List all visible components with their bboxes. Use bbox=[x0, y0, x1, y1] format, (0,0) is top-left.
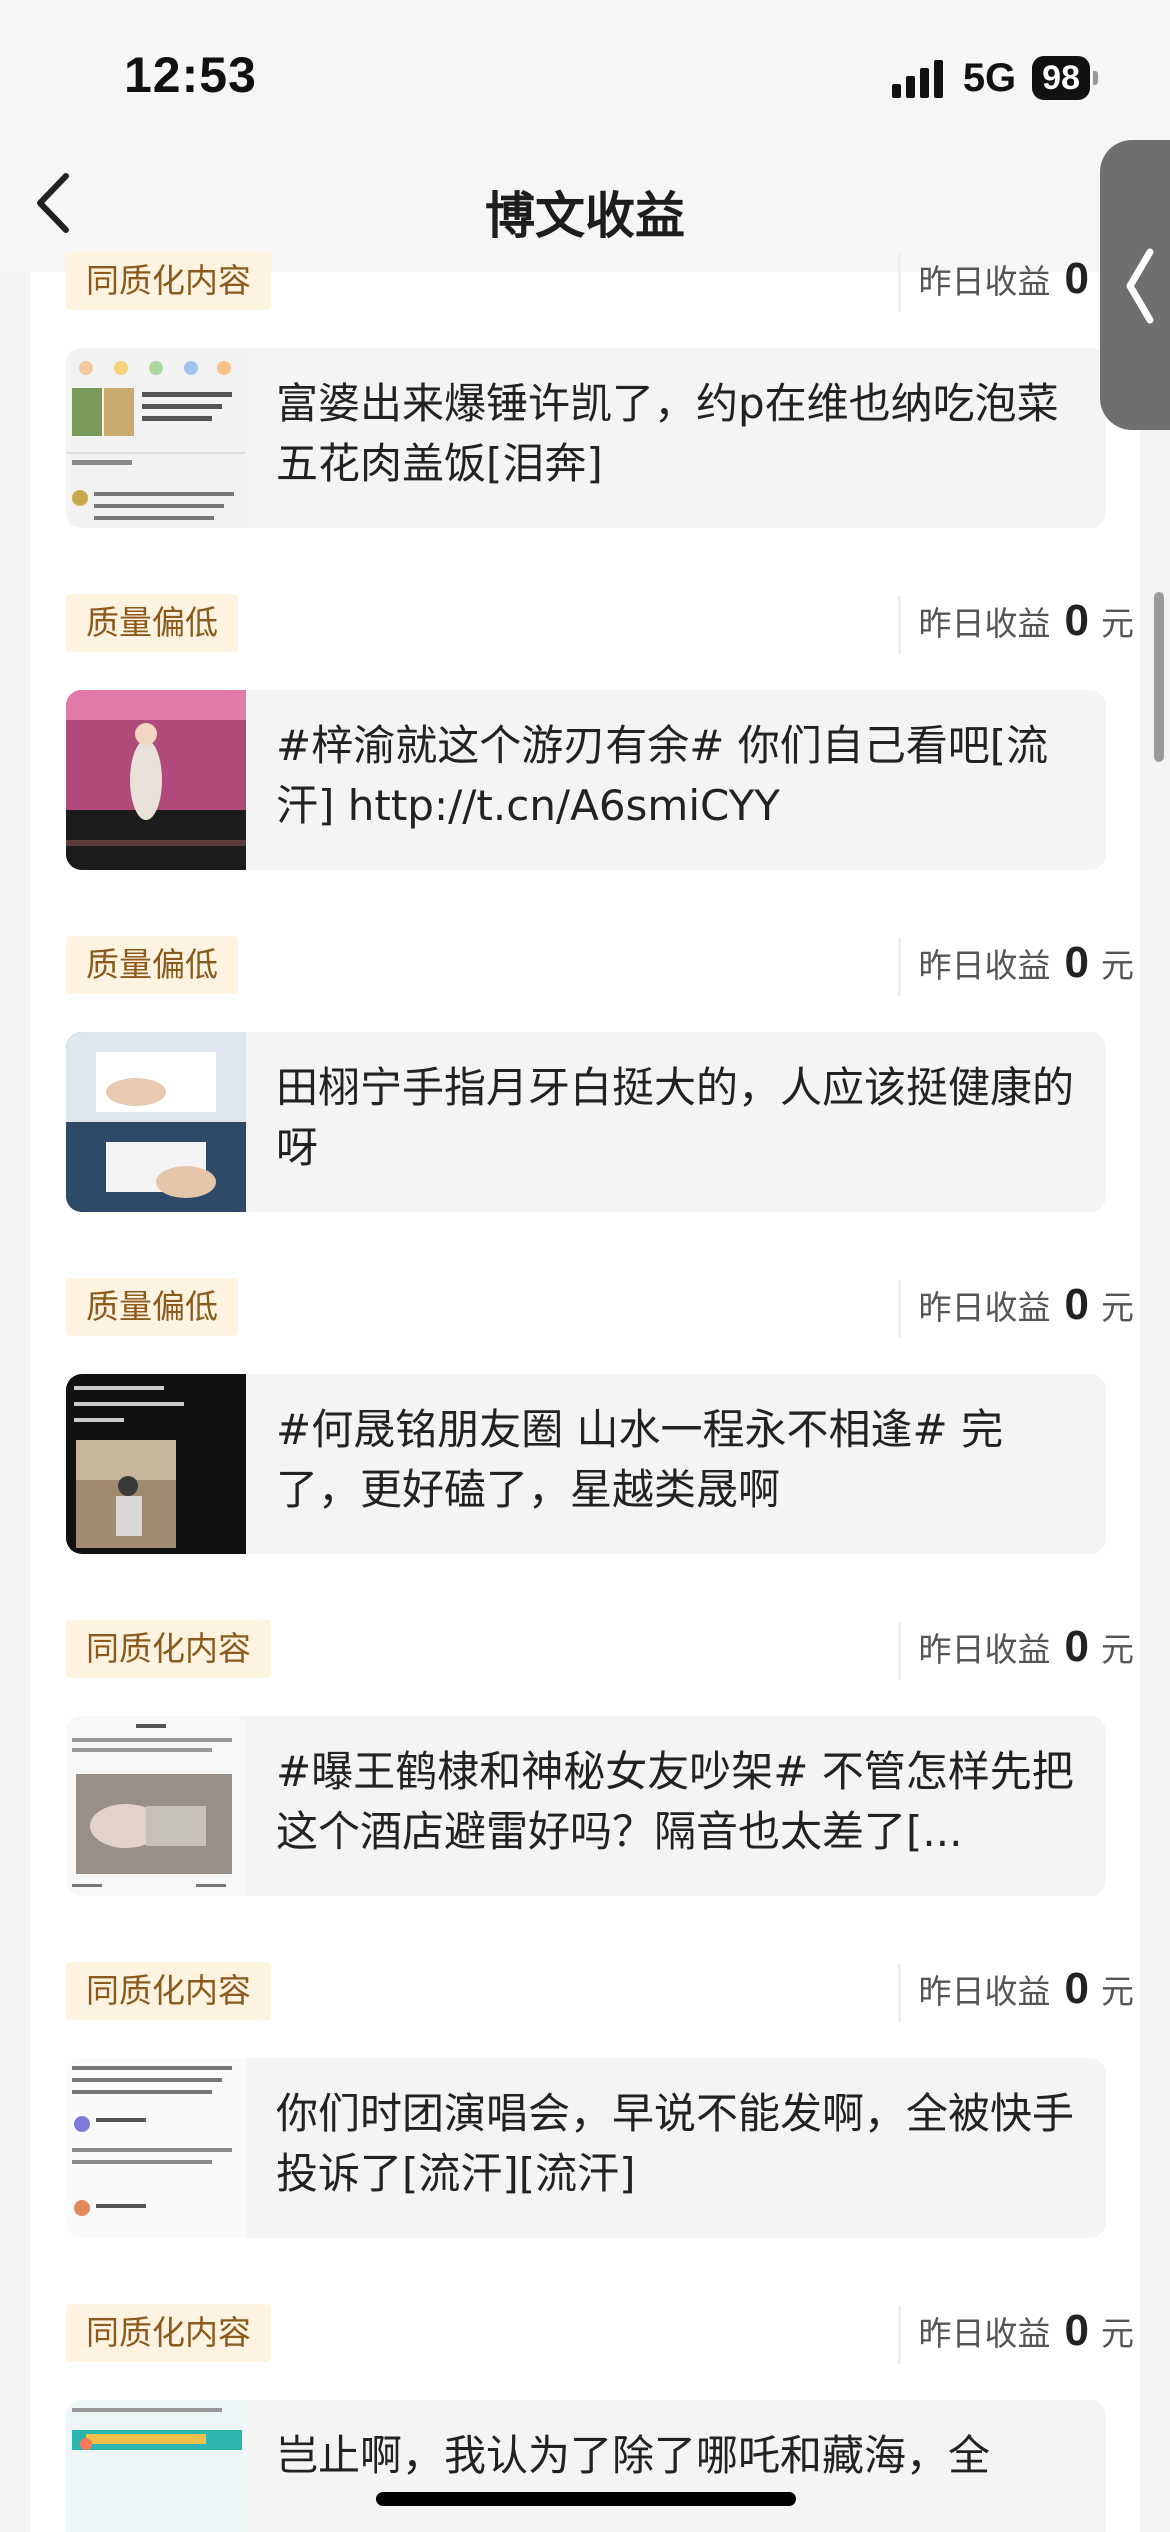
post-card[interactable]: #何晟铭朋友圈 山水一程永不相逢# 完了，更好磕了，星越类晟啊 bbox=[66, 1374, 1106, 1554]
earnings-unit: 元 bbox=[1101, 2314, 1134, 2353]
earnings-value: 0 bbox=[1064, 1280, 1089, 1329]
post-thumbnail bbox=[66, 690, 246, 870]
list-item: 同质化内容 昨日收益 0 元 你们时团演唱会，早说不能发啊，全被快手投诉了[流汗… bbox=[30, 1938, 1140, 2280]
earnings-unit: 元 bbox=[1101, 1630, 1134, 1669]
post-text: 岂止啊，我认为了除了哪吒和藏海，全 bbox=[276, 2431, 991, 2480]
earnings-label: 昨日收益 bbox=[918, 1972, 1051, 2011]
list-item: 质量偏低 昨日收益 0 元 田栩宁手指月牙白挺大的，人应该挺健康的呀 bbox=[30, 912, 1140, 1254]
post-text: #梓渝就这个游刃有余# 你们自己看吧[流汗] http://t.cn/A6smi… bbox=[276, 721, 1049, 830]
side-collapse-tab[interactable] bbox=[1100, 140, 1170, 430]
status-badge: 同质化内容 bbox=[66, 1962, 271, 2020]
post-text: 田栩宁手指月牙白挺大的，人应该挺健康的呀 bbox=[276, 1063, 1075, 1172]
earnings-label: 昨日收益 bbox=[918, 946, 1051, 985]
earnings-row: 昨日收益 0 元 bbox=[897, 2306, 1134, 2364]
earnings-row: 昨日收益 0 元 bbox=[897, 938, 1134, 996]
earnings-unit: 元 bbox=[1101, 1288, 1134, 1327]
earnings-row: 昨日收益 0 元 bbox=[897, 1964, 1134, 2022]
status-badge: 同质化内容 bbox=[66, 2304, 271, 2362]
post-card[interactable]: #曝王鹤棣和神秘女友吵架# 不管怎样先把这个酒店避雷好吗？隔音也太差了[... bbox=[66, 1716, 1106, 1896]
earnings-value: 0 bbox=[1064, 596, 1089, 645]
post-thumbnail bbox=[66, 1374, 246, 1554]
status-badge: 质量偏低 bbox=[66, 1278, 238, 1336]
battery-level: 98 bbox=[1042, 59, 1080, 97]
earnings-row: 昨日收益 0 元 bbox=[897, 596, 1134, 654]
status-indicators: 5G 98 bbox=[891, 50, 1098, 106]
post-thumbnail bbox=[66, 348, 246, 528]
earnings-label: 昨日收益 bbox=[918, 262, 1051, 301]
earnings-value: 0 bbox=[1064, 2306, 1089, 2355]
earnings-row: 昨日收益 0 元 bbox=[897, 1280, 1134, 1338]
signal-icon bbox=[891, 58, 943, 98]
chevron-left-icon bbox=[1126, 248, 1154, 324]
post-thumbnail bbox=[66, 1716, 246, 1896]
earnings-label: 昨日收益 bbox=[918, 2314, 1051, 2353]
earnings-label: 昨日收益 bbox=[918, 1288, 1051, 1327]
earnings-row: 昨日收益 0 元 bbox=[897, 254, 1134, 312]
earnings-value: 0 bbox=[1064, 1622, 1089, 1671]
status-badge: 同质化内容 bbox=[66, 1620, 271, 1678]
post-text: #何晟铭朋友圈 山水一程永不相逢# 完了，更好磕了，星越类晟啊 bbox=[276, 1405, 1004, 1514]
post-text: 富婆出来爆锤许凯了，约p在维也纳吃泡菜五花肉盖饭[泪奔] bbox=[276, 379, 1059, 488]
list-item: 质量偏低 昨日收益 0 元 #何晟铭朋友圈 山水一程永不相逢# 完了，更好磕了，… bbox=[30, 1254, 1140, 1596]
status-badge: 质量偏低 bbox=[66, 594, 238, 652]
post-thumbnail bbox=[66, 1032, 246, 1212]
scrollbar[interactable] bbox=[1154, 592, 1164, 762]
post-card[interactable]: 富婆出来爆锤许凯了，约p在维也纳吃泡菜五花肉盖饭[泪奔] bbox=[66, 348, 1106, 528]
list-item: 同质化内容 昨日收益 0 元 #曝王鹤棣和神秘女友吵架# 不管怎样先把这个酒店避… bbox=[30, 1596, 1140, 1938]
post-text: #曝王鹤棣和神秘女友吵架# 不管怎样先把这个酒店避雷好吗？隔音也太差了[... bbox=[276, 1747, 1074, 1856]
network-type: 5G bbox=[962, 55, 1017, 100]
earnings-list: 同质化内容 昨日收益 0 元 富婆出来爆锤许凯了，约p在维也 bbox=[30, 252, 1140, 2532]
post-text: 你们时团演唱会，早说不能发啊，全被快手投诉了[流汗][流汗] bbox=[276, 2089, 1075, 2198]
status-time: 12:53 bbox=[124, 47, 257, 103]
list-item: 质量偏低 昨日收益 0 元 #梓渝就这个游刃有余# 你们自己看吧[流汗] htt… bbox=[30, 570, 1140, 912]
post-card[interactable]: 岂止啊，我认为了除了哪吒和藏海，全 bbox=[66, 2400, 1106, 2532]
earnings-value: 0 bbox=[1064, 938, 1089, 987]
post-card[interactable]: 你们时团演唱会，早说不能发啊，全被快手投诉了[流汗][流汗] bbox=[66, 2058, 1106, 2238]
post-card[interactable]: 田栩宁手指月牙白挺大的，人应该挺健康的呀 bbox=[66, 1032, 1106, 1212]
earnings-unit: 元 bbox=[1101, 946, 1134, 985]
earnings-unit: 元 bbox=[1101, 1972, 1134, 2011]
home-indicator[interactable] bbox=[376, 2492, 796, 2506]
post-card[interactable]: #梓渝就这个游刃有余# 你们自己看吧[流汗] http://t.cn/A6smi… bbox=[66, 690, 1106, 870]
list-item: 同质化内容 昨日收益 0 元 富婆出来爆锤许凯了，约p在维也 bbox=[30, 228, 1140, 570]
earnings-unit: 元 bbox=[1101, 604, 1134, 643]
status-badge: 质量偏低 bbox=[66, 936, 238, 994]
post-thumbnail bbox=[66, 2400, 246, 2532]
earnings-row: 昨日收益 0 元 bbox=[897, 1622, 1134, 1680]
earnings-value: 0 bbox=[1064, 1964, 1089, 2013]
earnings-label: 昨日收益 bbox=[918, 1630, 1051, 1669]
earnings-label: 昨日收益 bbox=[918, 604, 1051, 643]
post-thumbnail bbox=[66, 2058, 246, 2238]
status-badge: 同质化内容 bbox=[66, 252, 271, 310]
battery-icon: 98 bbox=[1032, 56, 1098, 100]
earnings-value: 0 bbox=[1064, 254, 1089, 303]
